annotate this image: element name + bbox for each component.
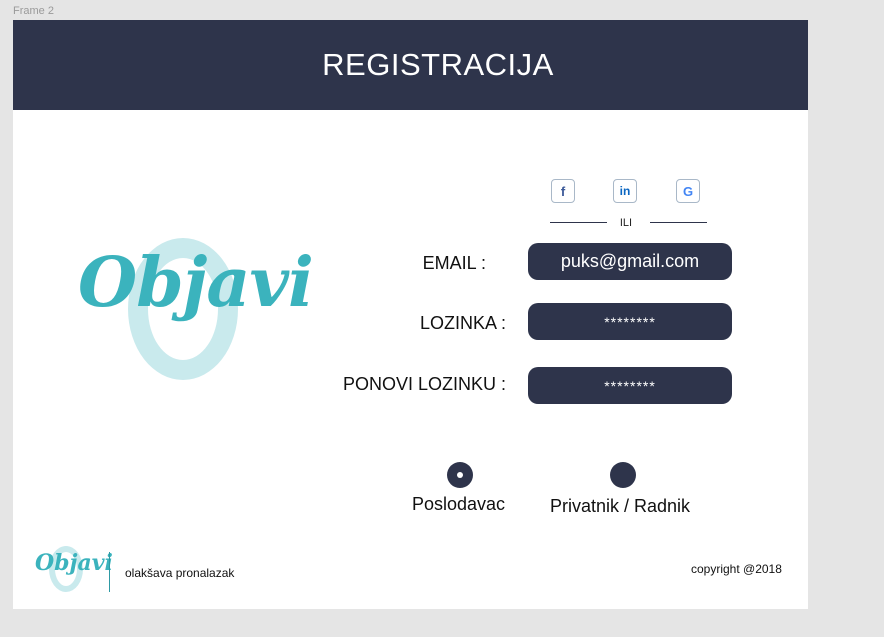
google-login-button[interactable]: G	[676, 179, 700, 203]
or-divider-text: ILI	[619, 217, 633, 229]
worker-radio[interactable]	[610, 462, 636, 488]
divider-line-left	[550, 222, 607, 223]
facebook-login-button[interactable]: f	[551, 179, 575, 203]
logo-wordmark: Objavi	[78, 243, 314, 323]
header-bar: REGISTRACIJA	[13, 20, 808, 110]
password-label: LOZINKA :	[419, 313, 506, 333]
frame-label: Frame 2	[13, 5, 54, 17]
linkedin-login-button[interactable]: in	[613, 179, 637, 203]
email-field[interactable]: puks@gmail.com	[528, 243, 732, 280]
email-label: EMAIL :	[422, 253, 486, 273]
footer-divider	[109, 552, 110, 592]
linkedin-icon: in	[619, 184, 631, 198]
google-icon: G	[682, 183, 694, 199]
footer-logo: Objavi	[33, 544, 113, 594]
divider-line-right	[650, 222, 707, 223]
brand-logo: Objavi	[73, 235, 314, 385]
employer-radio[interactable]	[447, 462, 473, 488]
worker-radio-label: Privatnik / Radnik	[550, 496, 691, 516]
password-field[interactable]: ********	[528, 303, 732, 340]
footer-tagline: olakšava pronalazak	[125, 566, 235, 580]
repeat-password-label: PONOVI LOZINKU :	[343, 374, 507, 394]
page-title: REGISTRACIJA	[322, 47, 554, 82]
repeat-password-field[interactable]: ********	[528, 367, 732, 404]
facebook-icon: f	[560, 183, 566, 199]
employer-radio-label: Poslodavac	[412, 494, 506, 514]
copyright-text: copyright @2018	[691, 562, 782, 576]
registration-frame: REGISTRACIJA Objavi f in G ILI EMAIL : p…	[13, 20, 808, 609]
footer-logo-wordmark: Objavi	[35, 550, 113, 576]
